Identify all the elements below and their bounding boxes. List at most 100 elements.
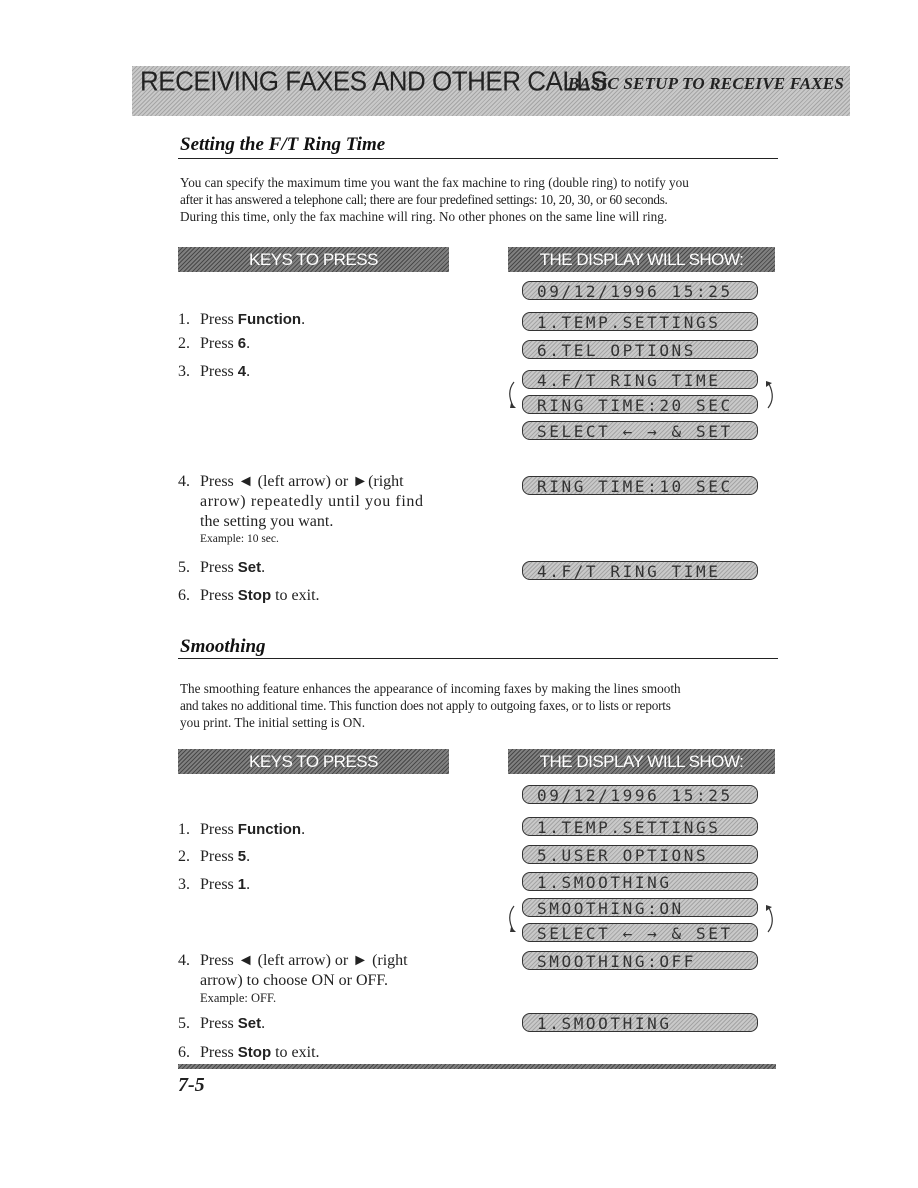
keys-to-press-header: KEYS TO PRESS — [178, 749, 449, 774]
step-text: . — [261, 1015, 266, 1032]
step-example: Example: 10 sec. — [200, 533, 279, 545]
step-text: Press — [200, 1044, 238, 1061]
intro-line: and takes no additional time. This funct… — [180, 698, 671, 713]
step-4: 4. Press ◄ (left arrow) or ►(right arrow)… — [178, 472, 458, 547]
step-number: 1. — [178, 821, 190, 838]
step-number: 2. — [178, 335, 190, 352]
intro-line: you print. The initial setting is ON. — [180, 715, 366, 730]
section-divider — [178, 158, 778, 159]
step-number: 2. — [178, 848, 190, 865]
step-text: . — [246, 363, 251, 380]
key-4: 4 — [237, 363, 247, 380]
step-2: 2. Press 5. — [178, 847, 250, 867]
step-number: 4. — [178, 952, 190, 969]
chapter-header-band: RECEIVING FAXES AND OTHER CALLS BASIC SE… — [132, 65, 850, 116]
intro-line: You can specify the maximum time you wan… — [180, 175, 689, 190]
step-text: Press — [200, 363, 238, 380]
step-6: 6. Press Stop to exit. — [178, 1043, 320, 1063]
step-text: . — [261, 559, 266, 576]
step-text: Press — [200, 335, 238, 352]
lcd-display: 09/12/1996 15:25 — [522, 785, 758, 804]
lcd-display: 4.F/T RING TIME — [522, 561, 758, 580]
step-text: to exit. — [271, 1044, 320, 1061]
step-text: arrow) to choose ON or OFF. — [200, 972, 389, 989]
lcd-display: 5.USER OPTIONS — [522, 845, 758, 864]
step-text: . — [246, 848, 251, 865]
step-text: . — [301, 311, 306, 328]
lcd-display: SMOOTHING:ON — [522, 898, 758, 917]
lcd-display: RING TIME:10 SEC — [522, 476, 758, 495]
key-set: Set — [237, 1015, 262, 1032]
step-3: 3. Press 4. — [178, 362, 250, 382]
step-5: 5. Press Set. — [178, 1014, 265, 1034]
cycle-right-arrow-icon — [766, 381, 773, 409]
step-text: . — [246, 335, 251, 352]
keys-to-press-header: KEYS TO PRESS — [178, 247, 449, 272]
intro-line: The smoothing feature enhances the appea… — [180, 681, 681, 696]
section-divider — [178, 658, 778, 659]
lcd-display: 6.TEL OPTIONS — [522, 340, 758, 359]
step-number: 5. — [178, 559, 190, 576]
step-number: 6. — [178, 1044, 190, 1061]
step-number: 3. — [178, 876, 190, 893]
step-text: Press ◄ (left arrow) or ►(right — [200, 473, 404, 490]
cycle-left-arrow-icon — [509, 905, 516, 932]
step-text: Press — [200, 848, 238, 865]
lcd-display: SELECT ← → & SET — [522, 923, 758, 942]
step-1: 1. Press Function. — [178, 310, 305, 330]
step-text: Press — [200, 311, 238, 328]
lcd-display: SELECT ← → & SET — [522, 421, 758, 440]
lcd-display: 09/12/1996 15:25 — [522, 281, 758, 300]
key-stop: Stop — [237, 1044, 272, 1061]
lcd-display: 1.TEMP.SETTINGS — [522, 312, 758, 331]
footer-divider — [178, 1064, 776, 1069]
cycle-left-arrow-icon — [509, 381, 516, 408]
step-text: arrow) repeatedly until you find — [200, 493, 424, 510]
step-text: Press — [200, 821, 238, 838]
step-text: Press — [200, 559, 238, 576]
display-will-show-header: THE DISPLAY WILL SHOW: — [508, 749, 775, 774]
intro-paragraph-ft-ring-time: You can specify the maximum time you wan… — [180, 174, 780, 225]
step-text: Press — [200, 1015, 238, 1032]
step-text: . — [301, 821, 306, 838]
intro-line: after it has answered a telephone call; … — [180, 192, 668, 207]
step-number: 4. — [178, 473, 190, 490]
step-number: 5. — [178, 1015, 190, 1032]
step-5: 5. Press Set. — [178, 558, 265, 578]
step-text: Press ◄ (left arrow) or ► (right — [200, 952, 408, 969]
step-text: . — [246, 876, 251, 893]
lcd-display: 1.SMOOTHING — [522, 1013, 758, 1032]
key-function: Function — [237, 311, 302, 328]
section-title: BASIC SETUP TO RECEIVE FAXES — [567, 74, 844, 93]
section-heading-smoothing: Smoothing — [180, 636, 266, 657]
step-2: 2. Press 6. — [178, 334, 250, 354]
cycle-right-arrow-icon — [766, 905, 773, 933]
step-text: Press — [200, 587, 238, 604]
step-number: 1. — [178, 311, 190, 328]
key-6: 6 — [237, 335, 247, 352]
key-5: 5 — [237, 848, 247, 865]
step-number: 3. — [178, 363, 190, 380]
lcd-display: 1.SMOOTHING — [522, 872, 758, 891]
intro-line: During this time, only the fax machine w… — [180, 209, 668, 224]
page-number: 7-5 — [178, 1074, 205, 1096]
key-function: Function — [237, 821, 302, 838]
lcd-display: 1.TEMP.SETTINGS — [522, 817, 758, 836]
step-1: 1. Press Function. — [178, 820, 305, 840]
section-heading-ft-ring-time: Setting the F/T Ring Time — [180, 134, 386, 155]
step-number: 6. — [178, 587, 190, 604]
display-will-show-header: THE DISPLAY WILL SHOW: — [508, 247, 775, 272]
lcd-display: SMOOTHING:OFF — [522, 951, 758, 970]
step-6: 6. Press Stop to exit. — [178, 586, 320, 606]
step-4: 4. Press ◄ (left arrow) or ► (right arrow… — [178, 951, 468, 1006]
key-set: Set — [237, 559, 262, 576]
step-example: Example: OFF. — [200, 991, 277, 1005]
key-1: 1 — [237, 876, 247, 893]
lcd-display: RING TIME:20 SEC — [522, 395, 758, 414]
intro-paragraph-smoothing: The smoothing feature enhances the appea… — [180, 680, 780, 731]
step-text: Press — [200, 876, 238, 893]
key-stop: Stop — [237, 587, 272, 604]
step-text: to exit. — [271, 587, 320, 604]
step-text: the setting you want. — [200, 513, 334, 530]
lcd-display: 4.F/T RING TIME — [522, 370, 758, 389]
